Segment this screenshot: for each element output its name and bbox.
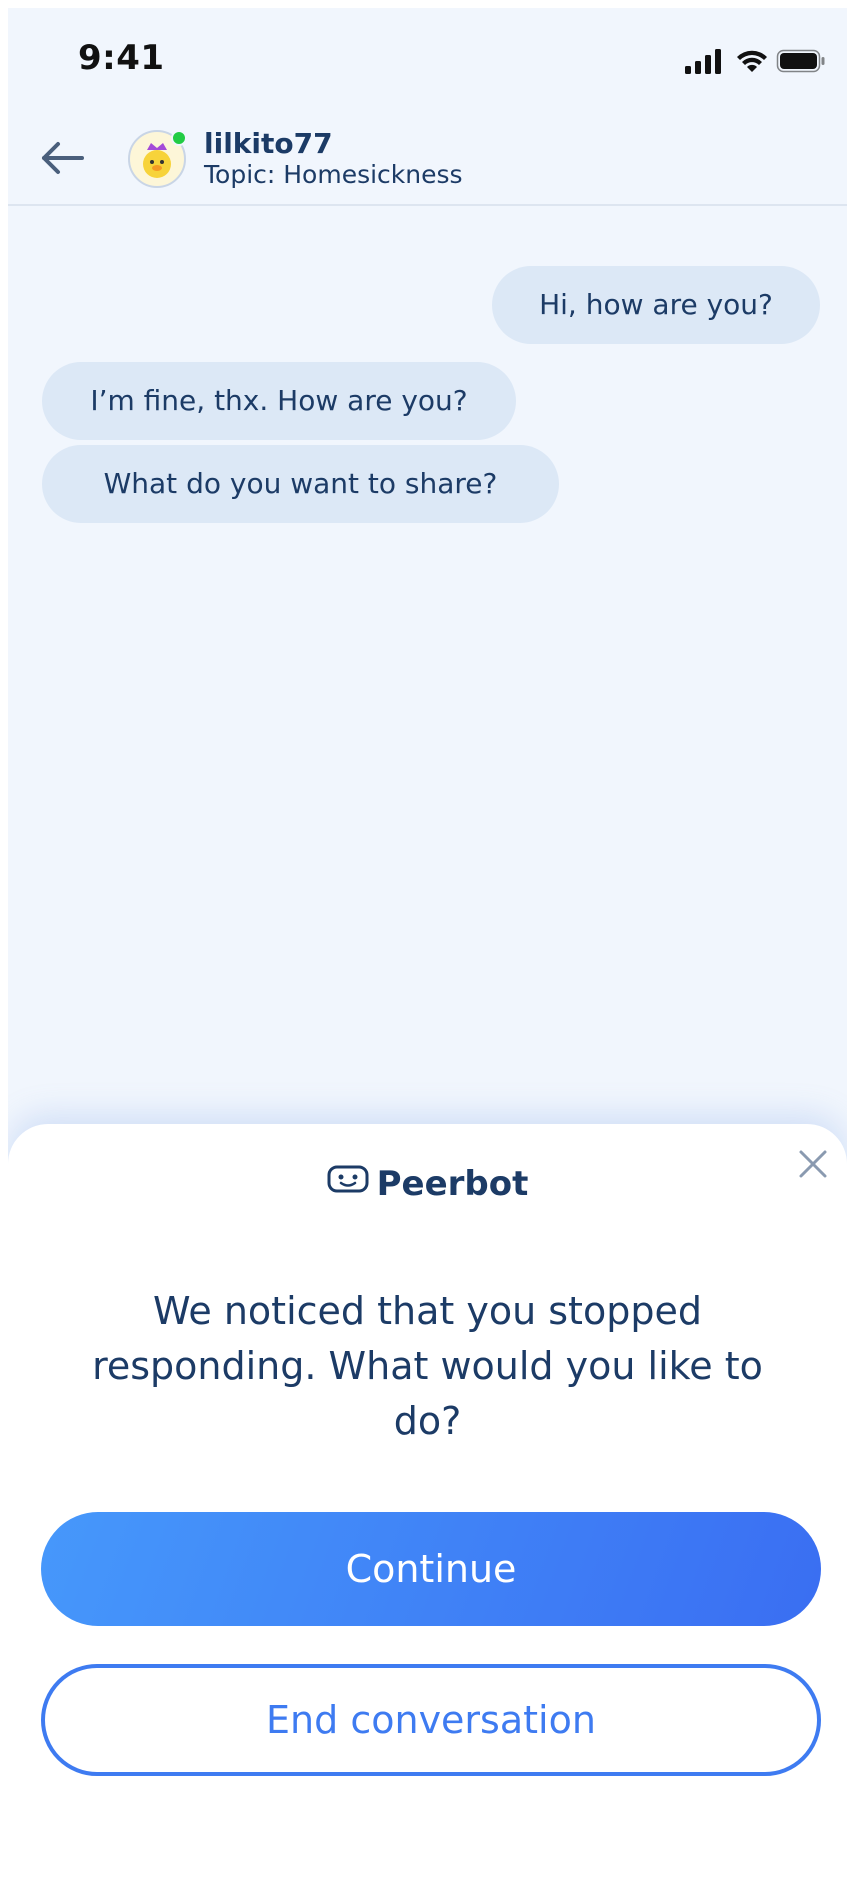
peerbot-message: We noticed that you stopped responding. … (92, 1289, 763, 1443)
message-text: What do you want to share? (103, 467, 498, 500)
back-button[interactable] (38, 138, 88, 178)
message-bubble-incoming: I’m fine, thx. How are you? (42, 362, 516, 440)
message-text: I’m fine, thx. How are you? (90, 384, 468, 417)
status-icons (685, 46, 825, 76)
status-time: 9:41 (78, 38, 165, 78)
battery-icon (776, 49, 825, 73)
chat-topic: Topic: Homesickness (204, 160, 463, 189)
cellular-signal-icon (685, 49, 721, 74)
peerbot-sheet: Peerbot We noticed that you stopped resp… (8, 1124, 847, 1888)
online-status-indicator (171, 130, 187, 146)
message-bubble-outgoing: Hi, how are you? (492, 266, 820, 344)
status-bar: 9:41 (8, 8, 847, 102)
robot-icon (327, 1163, 369, 1203)
message-text: Hi, how are you? (539, 288, 773, 321)
peerbot-header: Peerbot (8, 1164, 847, 1206)
message-bubble-incoming: What do you want to share? (42, 445, 559, 523)
wifi-icon (737, 50, 767, 72)
arrow-left-icon (42, 142, 84, 174)
phone-screen: 9:41 lilkito77 Topic: Homesickness Hi, h… (8, 8, 847, 1888)
chat-header: lilkito77 Topic: Homesickness (8, 102, 847, 206)
continue-button[interactable]: Continue (41, 1512, 821, 1626)
chat-username: lilkito77 (204, 127, 333, 160)
peerbot-title: Peerbot (376, 1164, 529, 1204)
end-conversation-button[interactable]: End conversation (41, 1664, 821, 1776)
